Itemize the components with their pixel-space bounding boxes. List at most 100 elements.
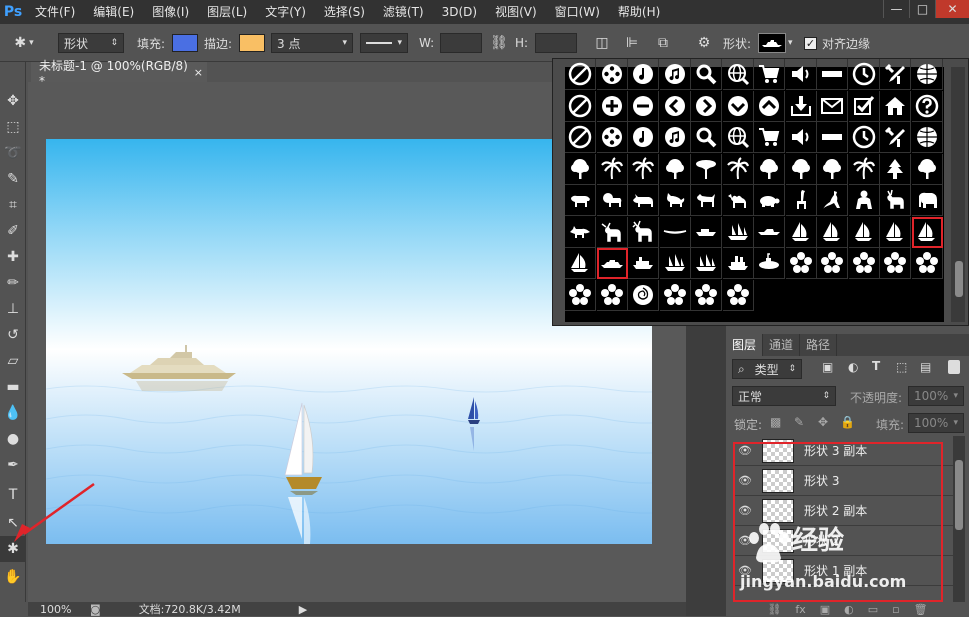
quick-selection-tool-icon[interactable]: ✎ (0, 166, 26, 192)
canoe-icon[interactable] (659, 216, 691, 248)
eye-icon[interactable]: 👁 (736, 564, 754, 577)
yacht-icon[interactable] (596, 248, 628, 279)
tall-ship-icon[interactable] (722, 216, 754, 248)
folder-icon[interactable]: ▭ (868, 603, 878, 616)
tree-icon[interactable] (565, 153, 596, 185)
envelope-icon[interactable] (817, 90, 848, 122)
menu-item-7[interactable]: 3D(D) (433, 0, 486, 24)
palm-tree-icon[interactable] (628, 153, 659, 185)
flower-icon[interactable] (880, 248, 911, 279)
music-notes-icon[interactable] (659, 122, 691, 153)
cat-icon[interactable] (659, 185, 691, 216)
music-notes-icon[interactable] (659, 59, 691, 90)
camel-icon[interactable] (722, 185, 754, 216)
layer-row[interactable]: 👁 形状 3 (734, 466, 960, 496)
zoom-level[interactable]: 100% (40, 603, 84, 616)
align-edges-checkbox[interactable]: ✓ 对齐边缘 (804, 24, 870, 62)
right-arrow-circle-icon[interactable] (691, 90, 722, 122)
menu-item-6[interactable]: 滤镜(T) (374, 0, 433, 24)
path-arrangement-icon[interactable]: ⧉ (652, 24, 674, 62)
tools-icon[interactable] (880, 122, 911, 153)
tab-channels[interactable]: 通道 (763, 334, 801, 356)
acacia-tree-icon[interactable] (691, 153, 722, 185)
gear-icon[interactable]: ⚙ (694, 24, 714, 62)
down-arrow-circle-icon[interactable] (722, 90, 754, 122)
layer-row[interactable]: 👁 形状 2 副本 (734, 496, 960, 526)
menu-item-0[interactable]: 文件(F) (26, 0, 84, 24)
layer-row[interactable]: 👁 形状 2 (734, 526, 960, 556)
layer-row[interactable]: 👁 形状 1 副本 (734, 556, 960, 586)
filter-pixel-icon[interactable]: ▣ (822, 360, 833, 374)
sailboat-icon[interactable] (848, 216, 880, 248)
filter-smart-object-icon[interactable]: ▤ (920, 360, 931, 374)
cart-icon[interactable] (754, 59, 785, 90)
sailboat-icon[interactable] (880, 216, 911, 248)
flower-icon[interactable] (817, 248, 848, 279)
lock-image-icon[interactable]: ✎ (794, 415, 804, 429)
fill-input[interactable]: 100% ▾ (908, 413, 964, 433)
pen-tool-icon[interactable]: ✒ (0, 452, 26, 478)
tall-ship-icon[interactable] (659, 248, 691, 279)
clone-stamp-tool-icon[interactable]: ⊥ (0, 296, 26, 322)
submarine-icon[interactable] (754, 248, 785, 279)
stroke-color-swatch[interactable] (239, 34, 265, 52)
rectangle-bar-icon[interactable] (817, 122, 848, 153)
flower-icon[interactable] (659, 279, 691, 311)
history-brush-tool-icon[interactable]: ↺ (0, 322, 26, 348)
pine-tree-icon[interactable] (880, 153, 911, 185)
filter-type-icon[interactable]: T (872, 359, 880, 373)
adjustment-icon[interactable]: ◐ (844, 603, 854, 616)
globe-icon[interactable] (911, 59, 943, 90)
elephant-icon[interactable] (911, 185, 943, 216)
menu-item-4[interactable]: 文字(Y) (256, 0, 315, 24)
download-box-icon[interactable] (785, 90, 817, 122)
eye-icon[interactable]: 👁 (736, 474, 754, 487)
opacity-input[interactable]: 100% ▾ (908, 386, 964, 406)
fox-icon[interactable] (565, 216, 596, 248)
house-icon[interactable] (880, 90, 911, 122)
layer-list-scroll-thumb[interactable] (955, 460, 963, 530)
no-symbol-icon[interactable] (565, 90, 596, 122)
filter-toggle-icon[interactable] (948, 360, 960, 374)
trash-icon[interactable]: 🗑 (914, 603, 928, 616)
film-reel-icon[interactable] (596, 59, 628, 90)
gorilla-icon[interactable] (848, 185, 880, 216)
deer-icon[interactable] (880, 185, 911, 216)
tree-icon[interactable] (785, 153, 817, 185)
kangaroo-icon[interactable] (817, 185, 848, 216)
rectangle-bar-icon[interactable] (817, 59, 848, 90)
menu-item-9[interactable]: 窗口(W) (546, 0, 609, 24)
lock-position-icon[interactable]: ✥ (818, 415, 828, 429)
tree-icon[interactable] (754, 153, 785, 185)
document-info-icon[interactable]: ◙ (90, 603, 101, 616)
height-input[interactable] (535, 33, 577, 53)
flower-icon[interactable] (785, 248, 817, 279)
flower-icon[interactable] (596, 279, 628, 311)
bull-icon[interactable] (565, 185, 596, 216)
menu-item-10[interactable]: 帮助(H) (609, 0, 669, 24)
yacht-shape[interactable] (122, 345, 236, 391)
tree-icon[interactable] (817, 153, 848, 185)
eye-icon[interactable]: 👁 (736, 444, 754, 457)
rose-icon[interactable] (628, 279, 659, 311)
speaker-icon[interactable] (785, 59, 817, 90)
flower-icon[interactable] (691, 279, 722, 311)
no-symbol-icon[interactable] (565, 59, 596, 90)
close-button[interactable]: ✕ (935, 0, 969, 18)
no-symbol-icon[interactable] (565, 122, 596, 153)
cart-icon[interactable] (754, 122, 785, 153)
tool-preset-picker[interactable]: ✱ ▾ (6, 24, 42, 62)
boat-icon[interactable] (691, 216, 722, 248)
question-circle-icon[interactable] (911, 90, 943, 122)
type-tool-icon[interactable]: T (0, 482, 26, 508)
tree-icon[interactable] (659, 153, 691, 185)
moose-icon[interactable] (596, 216, 628, 248)
globe-web-icon[interactable] (722, 59, 754, 90)
speaker-icon[interactable] (785, 122, 817, 153)
gradient-tool-icon[interactable]: ▬ (0, 374, 26, 400)
filter-adjustment-icon[interactable]: ◐ (848, 360, 858, 374)
hand-tool-icon[interactable]: ✋ (0, 564, 26, 590)
sailboat-shape[interactable] (284, 402, 322, 544)
speedboat-icon[interactable] (754, 216, 785, 248)
link-icon[interactable]: ⛓ (489, 24, 509, 62)
